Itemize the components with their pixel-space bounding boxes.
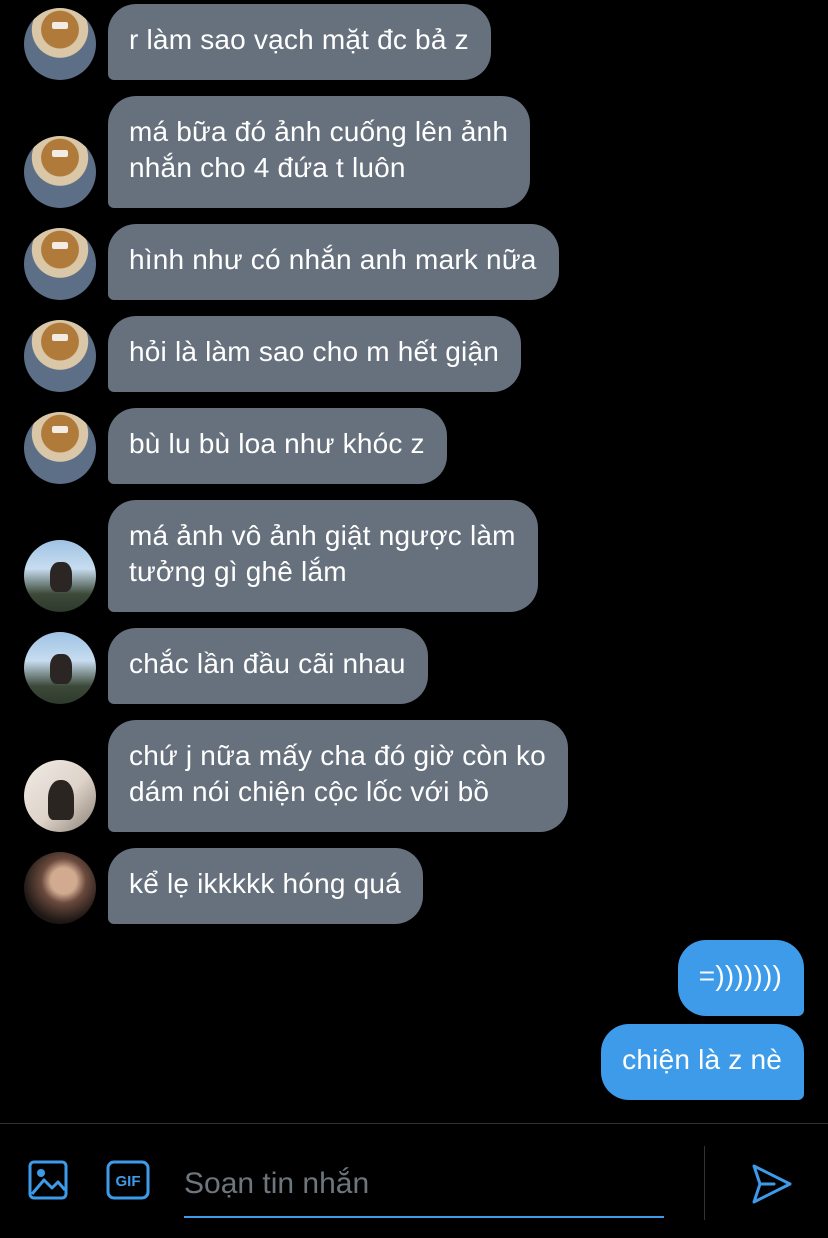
divider	[704, 1146, 705, 1220]
message-row: =)))))))	[0, 940, 828, 1016]
received-message-bubble[interactable]: má bữa đó ảnh cuống lên ảnh nhắn cho 4 đ…	[108, 96, 531, 208]
received-message-bubble[interactable]: kể lẹ ikkkkk hóng quá	[108, 848, 423, 924]
avatar[interactable]	[24, 228, 96, 300]
avatar[interactable]	[24, 320, 96, 392]
avatar[interactable]	[24, 760, 96, 832]
message-row: r làm sao vạch mặt đc bả z	[0, 4, 828, 80]
sent-message-bubble[interactable]: chiện là z nè	[601, 1024, 804, 1100]
received-message-bubble[interactable]: má ảnh vô ảnh giật ngược làm tưởng gì gh…	[108, 500, 538, 612]
avatar[interactable]	[24, 412, 96, 484]
message-thread[interactable]: r làm sao vạch mặt đc bả z má bữa đó ảnh…	[0, 0, 828, 1120]
avatar[interactable]	[24, 632, 96, 704]
received-message-bubble[interactable]: hỏi là làm sao cho m hết giận	[108, 316, 522, 392]
message-row: kể lẹ ikkkkk hóng quá	[0, 848, 828, 924]
received-message-bubble[interactable]: chứ j nữa mấy cha đó giờ còn ko dám nói …	[108, 720, 568, 832]
message-composer: GIF	[0, 1123, 828, 1238]
message-row: chắc lần đầu cãi nhau	[0, 628, 828, 704]
received-message-bubble[interactable]: chắc lần đầu cãi nhau	[108, 628, 428, 704]
received-message-bubble[interactable]: r làm sao vạch mặt đc bả z	[108, 4, 491, 80]
image-icon[interactable]	[28, 1160, 68, 1200]
message-row: chứ j nữa mấy cha đó giờ còn ko dám nói …	[0, 720, 828, 832]
avatar[interactable]	[24, 852, 96, 924]
received-message-bubble[interactable]: bù lu bù loa như khóc z	[108, 408, 447, 484]
gif-icon[interactable]: GIF	[106, 1160, 150, 1200]
message-row: bù lu bù loa như khóc z	[0, 408, 828, 484]
avatar[interactable]	[24, 8, 96, 80]
gif-label: GIF	[116, 1173, 141, 1190]
message-input-field[interactable]	[184, 1160, 664, 1218]
message-row: má bữa đó ảnh cuống lên ảnh nhắn cho 4 đ…	[0, 96, 828, 208]
message-row: má ảnh vô ảnh giật ngược làm tưởng gì gh…	[0, 500, 828, 612]
sent-message-bubble[interactable]: =)))))))	[677, 940, 804, 1016]
avatar[interactable]	[24, 540, 96, 612]
send-icon[interactable]	[750, 1162, 794, 1206]
message-row: chiện là z nè	[0, 1024, 828, 1100]
avatar[interactable]	[24, 136, 96, 208]
message-row: hỏi là làm sao cho m hết giận	[0, 316, 828, 392]
message-row: hình như có nhắn anh mark nữa	[0, 224, 828, 300]
received-message-bubble[interactable]: hình như có nhắn anh mark nữa	[108, 224, 559, 300]
message-input[interactable]	[184, 1160, 664, 1202]
